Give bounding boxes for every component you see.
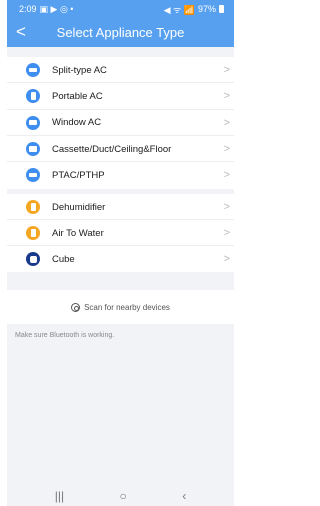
battery-percent: 97% bbox=[197, 4, 216, 14]
air-to-water-icon bbox=[26, 226, 40, 240]
bluetooth-hint: Make sure Bluetooth is working. bbox=[15, 332, 115, 339]
appliance-label: Portable AC bbox=[52, 90, 103, 102]
ptac-icon bbox=[26, 168, 40, 183]
dehumidifier-icon bbox=[26, 200, 40, 214]
back-icon[interactable]: ‹ bbox=[182, 489, 186, 503]
scan-label: Scan for nearby devices bbox=[84, 302, 170, 312]
recents-icon[interactable]: ||| bbox=[55, 489, 64, 503]
appliance-item-air-to-water[interactable]: Air To Water > bbox=[7, 220, 234, 246]
appliance-item-window-ac[interactable]: Window AC > bbox=[7, 110, 234, 136]
appliance-label: Dehumidifier bbox=[52, 201, 106, 213]
chevron-right-icon: > bbox=[223, 227, 230, 239]
chevron-right-icon: > bbox=[223, 201, 230, 213]
split-ac-icon bbox=[26, 63, 40, 78]
chevron-right-icon: > bbox=[223, 64, 230, 77]
appliance-item-portable-ac[interactable]: Portable AC > bbox=[7, 83, 234, 110]
chevron-left-icon[interactable]: < bbox=[16, 22, 36, 42]
appliance-item-split-ac[interactable]: Split-type AC > bbox=[7, 57, 234, 84]
status-notification-icons: ▣ ▶ ◎ • bbox=[39, 3, 74, 14]
phone-screen: 2:09 ▣ ▶ ◎ • ◀ ᯤ 📶 97% < Select Applianc… bbox=[7, 0, 234, 506]
status-bar: 2:09 ▣ ▶ ◎ • ◀ ᯤ 📶 97% bbox=[7, 0, 234, 18]
appliance-label: Air To Water bbox=[52, 227, 104, 239]
system-nav-bar: ||| ○ ‹ bbox=[7, 485, 234, 506]
appliance-group-ac: Split-type AC > Portable AC > Window AC … bbox=[7, 57, 234, 189]
status-time: 2:09 bbox=[19, 4, 37, 14]
appliance-item-dehumidifier[interactable]: Dehumidifier > bbox=[7, 194, 234, 220]
app-header: 2:09 ▣ ▶ ◎ • ◀ ᯤ 📶 97% < Select Applianc… bbox=[7, 0, 234, 47]
chevron-right-icon: > bbox=[223, 143, 230, 156]
page-title: Select Appliance Type bbox=[56, 25, 185, 40]
appliance-label: PTAC/PTHP bbox=[52, 169, 105, 181]
status-signal-icons: ◀ ᯤ 📶 bbox=[163, 4, 195, 15]
portable-ac-icon bbox=[26, 89, 40, 104]
appliance-item-ptac[interactable]: PTAC/PTHP > bbox=[7, 162, 234, 188]
appliance-label: Cube bbox=[52, 253, 75, 265]
chevron-right-icon: > bbox=[223, 169, 230, 182]
scan-nearby-button[interactable]: Scan for nearby devices bbox=[7, 290, 234, 324]
appliance-label: Split-type AC bbox=[52, 64, 107, 76]
appliance-group-other: Dehumidifier > Air To Water > Cube > bbox=[7, 194, 234, 272]
window-ac-icon bbox=[26, 115, 40, 130]
chevron-right-icon: > bbox=[223, 116, 230, 129]
appliance-label: Window AC bbox=[52, 117, 102, 129]
title-bar: < Select Appliance Type bbox=[7, 20, 234, 45]
battery-icon bbox=[219, 5, 224, 13]
home-icon[interactable]: ○ bbox=[120, 489, 127, 503]
appliance-item-cube[interactable]: Cube > bbox=[7, 246, 234, 272]
scan-icon bbox=[71, 302, 81, 312]
cassette-icon bbox=[26, 142, 40, 157]
chevron-right-icon: > bbox=[223, 90, 230, 103]
appliance-label: Cassette/Duct/Ceiling&Floor bbox=[52, 143, 172, 155]
chevron-right-icon: > bbox=[223, 253, 230, 265]
cube-icon bbox=[26, 252, 40, 266]
appliance-item-cassette[interactable]: Cassette/Duct/Ceiling&Floor > bbox=[7, 136, 234, 163]
